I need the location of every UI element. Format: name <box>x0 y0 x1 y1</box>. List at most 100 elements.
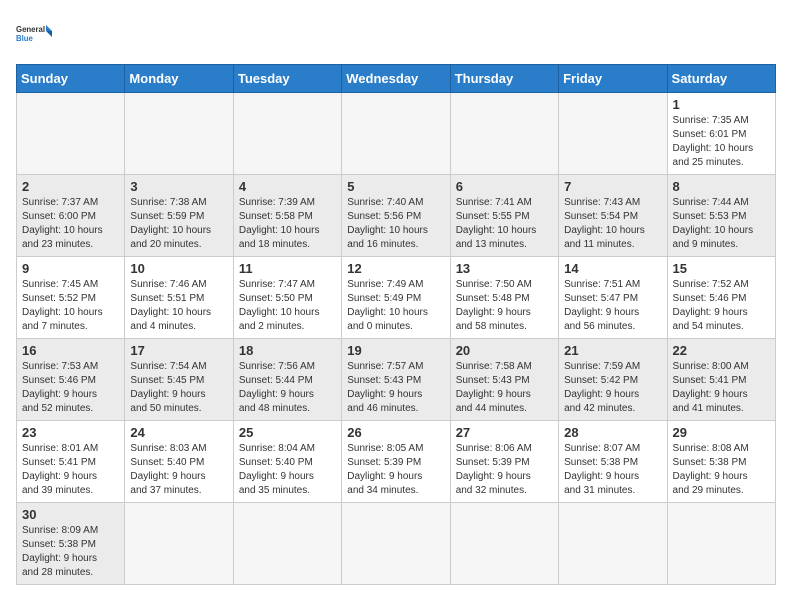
calendar-cell: 23 Sunrise: 8:01 AM Sunset: 5:41 PM Dayli… <box>17 421 125 503</box>
calendar-cell: 20 Sunrise: 7:58 AM Sunset: 5:43 PM Dayli… <box>450 339 558 421</box>
day-number: 14 <box>564 261 661 276</box>
calendar-cell: 24Sunrise: 8:03 AM Sunset: 5:40 PM Dayli… <box>125 421 233 503</box>
calendar-cell <box>342 503 450 585</box>
day-info: Sunrise: 8:08 AM Sunset: 5:38 PM Dayligh… <box>673 442 770 498</box>
day-info: Sunrise: 8:04 AM Sunset: 5:40 PM Dayligh… <box>239 442 336 498</box>
day-info: Sunrise: 7:50 AM Sunset: 5:48 PM Dayligh… <box>456 278 553 334</box>
calendar-cell: 17Sunrise: 7:54 AM Sunset: 5:45 PM Dayli… <box>125 339 233 421</box>
day-number: 29 <box>673 425 770 440</box>
week-row-1: 1Sunrise: 7:35 AM Sunset: 6:01 PM Daylig… <box>17 93 776 175</box>
day-info: Sunrise: 7:40 AM Sunset: 5:56 PM Dayligh… <box>347 196 444 252</box>
day-info: Sunrise: 7:52 AM Sunset: 5:46 PM Dayligh… <box>673 278 770 334</box>
day-info: Sunrise: 8:06 AM Sunset: 5:39 PM Dayligh… <box>456 442 553 498</box>
day-number: 24 <box>130 425 227 440</box>
day-number: 8 <box>673 179 770 194</box>
day-number: 20 <box>456 343 553 358</box>
weekday-header-wednesday: Wednesday <box>342 65 450 93</box>
day-info: Sunrise: 8:05 AM Sunset: 5:39 PM Dayligh… <box>347 442 444 498</box>
calendar-cell <box>450 93 558 175</box>
day-number: 16 <box>22 343 119 358</box>
day-info: Sunrise: 7:47 AM Sunset: 5:50 PM Dayligh… <box>239 278 336 334</box>
day-number: 12 <box>347 261 444 276</box>
week-row-6: 30 Sunrise: 8:09 AM Sunset: 5:38 PM Dayli… <box>17 503 776 585</box>
calendar-cell: 26 Sunrise: 8:05 AM Sunset: 5:39 PM Dayli… <box>342 421 450 503</box>
day-info: Sunrise: 7:59 AM Sunset: 5:42 PM Dayligh… <box>564 360 661 416</box>
calendar-cell: 16 Sunrise: 7:53 AM Sunset: 5:46 PM Dayli… <box>17 339 125 421</box>
day-info: Sunrise: 7:58 AM Sunset: 5:43 PM Dayligh… <box>456 360 553 416</box>
day-number: 17 <box>130 343 227 358</box>
calendar-cell: 5 Sunrise: 7:40 AM Sunset: 5:56 PM Daylig… <box>342 175 450 257</box>
calendar-cell: 9Sunrise: 7:45 AM Sunset: 5:52 PM Daylig… <box>17 257 125 339</box>
day-info: Sunrise: 7:38 AM Sunset: 5:59 PM Dayligh… <box>130 196 227 252</box>
calendar-cell: 19Sunrise: 7:57 AM Sunset: 5:43 PM Dayli… <box>342 339 450 421</box>
day-number: 3 <box>130 179 227 194</box>
calendar-cell: 14 Sunrise: 7:51 AM Sunset: 5:47 PM Dayli… <box>559 257 667 339</box>
week-row-5: 23 Sunrise: 8:01 AM Sunset: 5:41 PM Dayli… <box>17 421 776 503</box>
calendar-cell: 3 Sunrise: 7:38 AM Sunset: 5:59 PM Daylig… <box>125 175 233 257</box>
day-number: 27 <box>456 425 553 440</box>
day-number: 23 <box>22 425 119 440</box>
calendar-cell: 21 Sunrise: 7:59 AM Sunset: 5:42 PM Dayli… <box>559 339 667 421</box>
day-info: Sunrise: 7:35 AM Sunset: 6:01 PM Dayligh… <box>673 114 770 170</box>
calendar-cell: 15 Sunrise: 7:52 AM Sunset: 5:46 PM Dayli… <box>667 257 775 339</box>
weekday-header-row: SundayMondayTuesdayWednesdayThursdayFrid… <box>17 65 776 93</box>
day-number: 18 <box>239 343 336 358</box>
calendar-cell: 27 Sunrise: 8:06 AM Sunset: 5:39 PM Dayli… <box>450 421 558 503</box>
day-info: Sunrise: 7:53 AM Sunset: 5:46 PM Dayligh… <box>22 360 119 416</box>
page-header: General Blue <box>16 16 776 52</box>
week-row-4: 16 Sunrise: 7:53 AM Sunset: 5:46 PM Dayli… <box>17 339 776 421</box>
calendar-cell: 25Sunrise: 8:04 AM Sunset: 5:40 PM Dayli… <box>233 421 341 503</box>
day-info: Sunrise: 8:01 AM Sunset: 5:41 PM Dayligh… <box>22 442 119 498</box>
day-info: Sunrise: 7:44 AM Sunset: 5:53 PM Dayligh… <box>673 196 770 252</box>
calendar-cell: 28Sunrise: 8:07 AM Sunset: 5:38 PM Dayli… <box>559 421 667 503</box>
day-info: Sunrise: 8:09 AM Sunset: 5:38 PM Dayligh… <box>22 524 119 580</box>
day-info: Sunrise: 7:37 AM Sunset: 6:00 PM Dayligh… <box>22 196 119 252</box>
calendar-cell <box>125 93 233 175</box>
day-number: 13 <box>456 261 553 276</box>
calendar-cell <box>233 503 341 585</box>
svg-text:Blue: Blue <box>16 34 34 43</box>
calendar-cell: 12 Sunrise: 7:49 AM Sunset: 5:49 PM Dayli… <box>342 257 450 339</box>
day-number: 15 <box>673 261 770 276</box>
calendar-cell <box>125 503 233 585</box>
day-info: Sunrise: 7:49 AM Sunset: 5:49 PM Dayligh… <box>347 278 444 334</box>
logo: General Blue <box>16 16 52 52</box>
calendar-cell: 18Sunrise: 7:56 AM Sunset: 5:44 PM Dayli… <box>233 339 341 421</box>
calendar-cell <box>559 503 667 585</box>
day-number: 2 <box>22 179 119 194</box>
calendar-cell: 30 Sunrise: 8:09 AM Sunset: 5:38 PM Dayli… <box>17 503 125 585</box>
day-info: Sunrise: 7:43 AM Sunset: 5:54 PM Dayligh… <box>564 196 661 252</box>
week-row-3: 9Sunrise: 7:45 AM Sunset: 5:52 PM Daylig… <box>17 257 776 339</box>
svg-text:General: General <box>16 25 45 34</box>
logo-icon: General Blue <box>16 16 52 52</box>
calendar-cell: 2 Sunrise: 7:37 AM Sunset: 6:00 PM Daylig… <box>17 175 125 257</box>
day-number: 26 <box>347 425 444 440</box>
calendar-cell: 22 Sunrise: 8:00 AM Sunset: 5:41 PM Dayli… <box>667 339 775 421</box>
day-number: 21 <box>564 343 661 358</box>
day-number: 7 <box>564 179 661 194</box>
day-number: 5 <box>347 179 444 194</box>
week-row-2: 2 Sunrise: 7:37 AM Sunset: 6:00 PM Daylig… <box>17 175 776 257</box>
calendar-cell <box>667 503 775 585</box>
calendar-cell: 29 Sunrise: 8:08 AM Sunset: 5:38 PM Dayli… <box>667 421 775 503</box>
day-info: Sunrise: 8:07 AM Sunset: 5:38 PM Dayligh… <box>564 442 661 498</box>
calendar-cell: 8 Sunrise: 7:44 AM Sunset: 5:53 PM Daylig… <box>667 175 775 257</box>
day-number: 30 <box>22 507 119 522</box>
weekday-header-saturday: Saturday <box>667 65 775 93</box>
calendar-cell <box>450 503 558 585</box>
calendar-cell: 1Sunrise: 7:35 AM Sunset: 6:01 PM Daylig… <box>667 93 775 175</box>
calendar-cell: 7 Sunrise: 7:43 AM Sunset: 5:54 PM Daylig… <box>559 175 667 257</box>
day-info: Sunrise: 7:39 AM Sunset: 5:58 PM Dayligh… <box>239 196 336 252</box>
day-info: Sunrise: 7:41 AM Sunset: 5:55 PM Dayligh… <box>456 196 553 252</box>
day-info: Sunrise: 7:51 AM Sunset: 5:47 PM Dayligh… <box>564 278 661 334</box>
day-info: Sunrise: 7:46 AM Sunset: 5:51 PM Dayligh… <box>130 278 227 334</box>
calendar-cell: 11Sunrise: 7:47 AM Sunset: 5:50 PM Dayli… <box>233 257 341 339</box>
calendar-cell: 6 Sunrise: 7:41 AM Sunset: 5:55 PM Daylig… <box>450 175 558 257</box>
day-number: 22 <box>673 343 770 358</box>
day-info: Sunrise: 8:00 AM Sunset: 5:41 PM Dayligh… <box>673 360 770 416</box>
day-number: 6 <box>456 179 553 194</box>
weekday-header-thursday: Thursday <box>450 65 558 93</box>
calendar-cell: 4Sunrise: 7:39 AM Sunset: 5:58 PM Daylig… <box>233 175 341 257</box>
calendar-cell: 13 Sunrise: 7:50 AM Sunset: 5:48 PM Dayli… <box>450 257 558 339</box>
weekday-header-sunday: Sunday <box>17 65 125 93</box>
